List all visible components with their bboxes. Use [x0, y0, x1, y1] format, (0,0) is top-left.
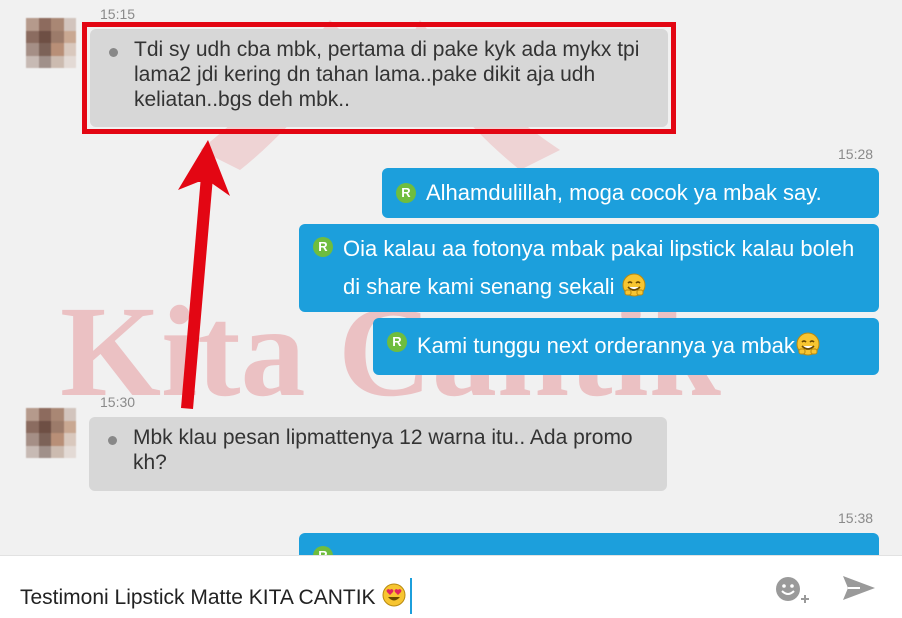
r-badge-icon: R [313, 546, 333, 555]
message-composer: Testimoni Lipstick Matte KITA CANTIK [0, 555, 902, 618]
message-input-text: Testimoni Lipstick Matte KITA CANTIK [20, 586, 376, 609]
outgoing-message-bubble[interactable]: R Alhamdulillah, moga cocok ya mbak say. [382, 168, 879, 218]
smiling-face-icon [622, 273, 646, 297]
smiling-face-icon [796, 332, 820, 356]
timestamp: 15:15 [100, 6, 136, 22]
outgoing-message-bubble[interactable]: R Kami tunggu next orderannya ya mbak [373, 318, 879, 375]
message-text: Mbk klau pesan lipmattenya 12 warna itu.… [133, 426, 633, 474]
message-text: Alhamdulillah, moga cocok ya mbak say. [426, 180, 822, 205]
highlight-box [82, 22, 676, 134]
avatar [26, 18, 76, 68]
text-caret [410, 578, 413, 614]
message-input[interactable]: Testimoni Lipstick Matte KITA CANTIK [20, 578, 413, 614]
bullet-icon [108, 436, 117, 445]
outgoing-message-bubble[interactable]: R Oia kalau aa fotonya mbak pakai lipsti… [299, 224, 879, 312]
r-badge-icon: R [396, 183, 416, 203]
outgoing-message-bubble[interactable]: R [299, 533, 879, 555]
emoji-add-icon[interactable] [772, 573, 812, 605]
r-badge-icon: R [387, 332, 407, 352]
timestamp: 15:28 [838, 146, 874, 162]
message-text: Kami tunggu next orderannya ya mbak [417, 333, 795, 358]
send-icon[interactable] [840, 572, 878, 604]
message-text: Oia kalau aa fotonya mbak pakai lipstick… [343, 236, 855, 299]
chat-area[interactable]: 15:15 Tdi sy udh cba mbk, pertama di pak… [0, 0, 902, 555]
timestamp: 15:38 [838, 510, 874, 526]
heart-eyes-emoji-icon [382, 583, 406, 607]
timestamp: 15:30 [100, 394, 136, 410]
r-badge-icon: R [313, 237, 333, 257]
incoming-message-bubble[interactable]: Mbk klau pesan lipmattenya 12 warna itu.… [89, 417, 667, 491]
avatar [26, 408, 76, 458]
